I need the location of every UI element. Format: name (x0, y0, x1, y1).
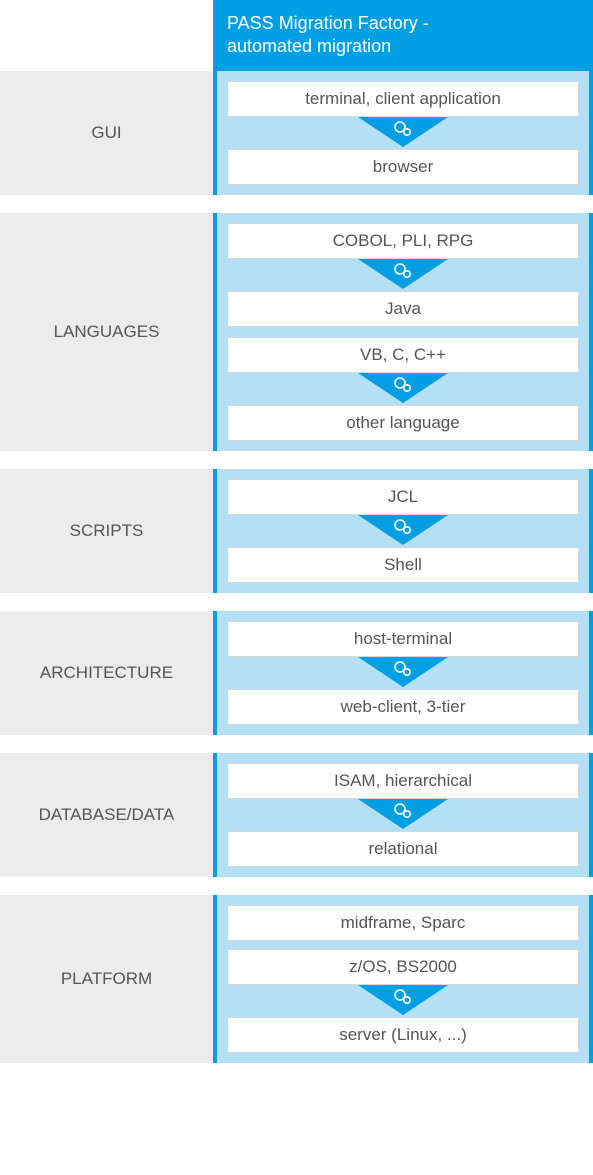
target-box: server (Linux, ...) (227, 1017, 579, 1053)
migration-group: ISAM, hierarchical relational (227, 763, 579, 867)
source-box: host-terminal (227, 621, 579, 657)
section-database-data: DATABASE/DATAISAM, hierarchical relation… (0, 753, 593, 877)
migration-arrow-icon (358, 985, 448, 1017)
migration-arrow-icon (358, 117, 448, 149)
section-scripts: SCRIPTSJCL Shell (0, 469, 593, 593)
arrow (227, 259, 579, 291)
arrow (227, 985, 579, 1017)
section-content: JCL Shell (213, 469, 593, 593)
migration-group: JCL Shell (227, 479, 579, 583)
arrow (227, 117, 579, 149)
section-label: LANGUAGES (0, 213, 213, 451)
migration-arrow-icon (358, 657, 448, 689)
header-line1: PASS Migration Factory - (227, 12, 579, 35)
section-platform: PLATFORM midframe, Sparc z/OS, BS2000 serv… (0, 895, 593, 1063)
section-label: SCRIPTS (0, 469, 213, 593)
migration-group: COBOL, PLI, RPG Java (227, 223, 579, 327)
target-box: Shell (227, 547, 579, 583)
section-content: host-terminal web-client, 3-tier (213, 611, 593, 735)
section-inner: midframe, Sparc z/OS, BS2000 server (Linu… (217, 895, 589, 1063)
source-box: COBOL, PLI, RPG (227, 223, 579, 259)
migration-arrow-icon (358, 373, 448, 405)
source-box: terminal, client application (227, 81, 579, 117)
section-label: GUI (0, 71, 213, 195)
migration-arrow-icon (358, 259, 448, 291)
arrow (227, 799, 579, 831)
section-inner: JCL Shell (217, 469, 589, 593)
section-label: ARCHITECTURE (0, 611, 213, 735)
section-label: PLATFORM (0, 895, 213, 1063)
header: PASS Migration Factory - automated migra… (213, 0, 593, 71)
section-inner: terminal, client application browser (217, 71, 589, 195)
source-box: midframe, Sparc (227, 905, 579, 941)
section-content: COBOL, PLI, RPG JavaVB, C, C++ other lan… (213, 213, 593, 451)
target-box: other language (227, 405, 579, 441)
section-inner: host-terminal web-client, 3-tier (217, 611, 589, 735)
migration-group: VB, C, C++ other language (227, 337, 579, 441)
section-languages: LANGUAGESCOBOL, PLI, RPG JavaVB, C, C++ … (0, 213, 593, 451)
target-box: browser (227, 149, 579, 185)
section-architecture: ARCHITECTUREhost-terminal web-client, 3-… (0, 611, 593, 735)
section-inner: ISAM, hierarchical relational (217, 753, 589, 877)
migration-group: host-terminal web-client, 3-tier (227, 621, 579, 725)
section-content: ISAM, hierarchical relational (213, 753, 593, 877)
migration-group: midframe, Sparc z/OS, BS2000 server (Linu… (227, 905, 579, 1053)
section-gui: GUIterminal, client application browser (0, 71, 593, 195)
source-box: ISAM, hierarchical (227, 763, 579, 799)
arrow (227, 657, 579, 689)
arrow (227, 373, 579, 405)
header-line2: automated migration (227, 35, 579, 58)
section-content: terminal, client application browser (213, 71, 593, 195)
target-box: relational (227, 831, 579, 867)
section-content: midframe, Sparc z/OS, BS2000 server (Linu… (213, 895, 593, 1063)
source-box: JCL (227, 479, 579, 515)
section-inner: COBOL, PLI, RPG JavaVB, C, C++ other lan… (217, 213, 589, 451)
migration-arrow-icon (358, 515, 448, 547)
target-box: Java (227, 291, 579, 327)
target-box: web-client, 3-tier (227, 689, 579, 725)
migration-group: terminal, client application browser (227, 81, 579, 185)
migration-arrow-icon (358, 799, 448, 831)
section-label: DATABASE/DATA (0, 753, 213, 877)
source-box: VB, C, C++ (227, 337, 579, 373)
source-box: z/OS, BS2000 (227, 949, 579, 985)
arrow (227, 515, 579, 547)
